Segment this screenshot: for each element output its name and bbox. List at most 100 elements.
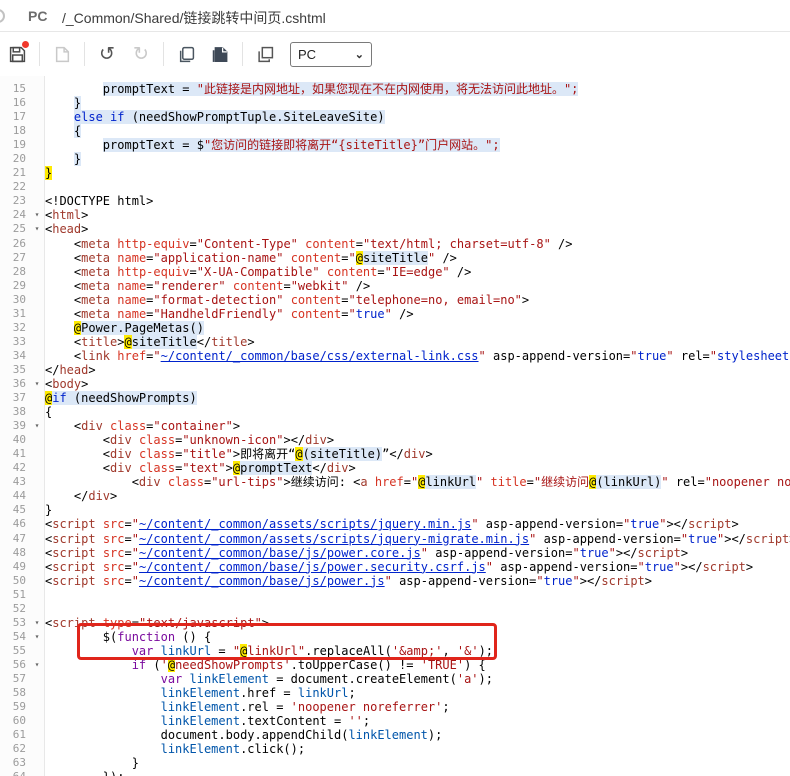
line-number: 35 <box>0 363 29 377</box>
code-line: 24▾<html> <box>0 208 790 222</box>
paste-button[interactable] <box>207 41 233 67</box>
fold-arrow-icon[interactable]: ▾ <box>29 222 45 236</box>
fold-gutter <box>29 251 45 265</box>
line-number: 33 <box>0 335 29 349</box>
fold-arrow-icon[interactable]: ▾ <box>29 377 45 391</box>
code-text <box>45 180 790 194</box>
code-line: 46<script src="~/content/_common/assets/… <box>0 517 790 531</box>
code-line: 62 linkElement.click(); <box>0 742 790 756</box>
code-line: 51 <box>0 588 790 602</box>
fold-arrow-icon[interactable]: ▾ <box>29 630 45 644</box>
code-line: 39▾ <div class="container"> <box>0 419 790 433</box>
paste-icon <box>212 46 229 63</box>
fold-gutter <box>29 265 45 279</box>
code-line: 40 <div class="unknown-icon"></div> <box>0 433 790 447</box>
chevron-down-icon: ⌄ <box>355 48 364 61</box>
fold-arrow-icon[interactable]: ▾ <box>29 658 45 672</box>
code-line: 22 <box>0 180 790 194</box>
code-text: linkElement.click(); <box>45 742 790 756</box>
fold-gutter <box>29 770 45 776</box>
fold-gutter <box>29 152 45 166</box>
redo-button[interactable]: ↻ <box>128 41 154 67</box>
fold-gutter <box>29 700 45 714</box>
code-text: <script type="text/javascript"> <box>45 616 790 630</box>
title-bar: PC /_Common/Shared/链接跳转中间页.cshtml <box>0 0 790 32</box>
fold-gutter <box>29 672 45 686</box>
code-line: 55 var linkUrl = "@linkUrl".replaceAll('… <box>0 644 790 658</box>
line-number: 62 <box>0 742 29 756</box>
fold-gutter <box>29 363 45 377</box>
code-text: <div class="title">即将离开“@(siteTitle)”</d… <box>45 447 790 461</box>
code-line: 18 { <box>0 124 790 138</box>
fold-arrow-icon[interactable]: ▾ <box>29 616 45 630</box>
panel-toggle-icon[interactable] <box>0 9 5 23</box>
code-text: @if (needShowPrompts) <box>45 391 790 405</box>
code-text: <div class="unknown-icon"></div> <box>45 433 790 447</box>
code-line: 48<script src="~/content/_common/base/js… <box>0 546 790 560</box>
line-number: 53 <box>0 616 29 630</box>
code-line: 17 else if (needShowPromptTuple.SiteLeav… <box>0 110 790 124</box>
line-number: 48 <box>0 546 29 560</box>
code-line: 25▾<head> <box>0 222 790 236</box>
line-number: 26 <box>0 237 29 251</box>
device-select[interactable]: PC ⌄ <box>290 42 372 67</box>
fold-gutter <box>29 546 45 560</box>
code-text: linkElement.href = linkUrl; <box>45 686 790 700</box>
code-text: </head> <box>45 363 790 377</box>
fold-gutter <box>29 560 45 574</box>
device-label: PC <box>28 8 47 24</box>
code-line: 45} <box>0 503 790 517</box>
line-number: 52 <box>0 602 29 616</box>
line-number: 18 <box>0 124 29 138</box>
fold-gutter <box>29 475 45 489</box>
save-button[interactable] <box>4 41 30 67</box>
line-number: 40 <box>0 433 29 447</box>
fold-gutter <box>29 96 45 110</box>
fold-gutter <box>29 124 45 138</box>
line-number: 58 <box>0 686 29 700</box>
line-number: 30 <box>0 293 29 307</box>
copy-button[interactable] <box>173 41 199 67</box>
code-line: 21} <box>0 166 790 180</box>
fold-gutter <box>29 237 45 251</box>
line-number: 28 <box>0 265 29 279</box>
line-number: 51 <box>0 588 29 602</box>
line-number: 21 <box>0 166 29 180</box>
line-number: 36 <box>0 377 29 391</box>
line-number: 41 <box>0 447 29 461</box>
save-icon <box>9 46 26 63</box>
line-number: 43 <box>0 475 29 489</box>
fold-arrow-icon[interactable]: ▾ <box>29 208 45 222</box>
code-line: 26 <meta http-equiv="Content-Type" conte… <box>0 237 790 251</box>
duplicate-button[interactable] <box>252 41 278 67</box>
line-number: 59 <box>0 700 29 714</box>
code-line: 57 var linkElement = document.createElem… <box>0 672 790 686</box>
fold-arrow-icon[interactable]: ▾ <box>29 419 45 433</box>
code-line: 63 } <box>0 756 790 770</box>
fold-gutter <box>29 433 45 447</box>
code-text: <html> <box>45 208 790 222</box>
new-file-button[interactable] <box>49 41 75 67</box>
line-number: 57 <box>0 672 29 686</box>
code-line: 42 <div class="text">@promptText</div> <box>0 461 790 475</box>
code-line: 16 } <box>0 96 790 110</box>
code-text: <meta name="format-detection" content="t… <box>45 293 790 307</box>
code-editor[interactable]: 15 promptText = "此链接是内网地址，如果您现在不在内网使用，将无… <box>0 76 790 776</box>
code-text: if ('@needShowPrompts'.toUpperCase() != … <box>45 658 790 672</box>
code-text: { <box>45 124 790 138</box>
copy-icon <box>178 46 195 63</box>
file-path: /_Common/Shared/链接跳转中间页.cshtml <box>62 8 326 28</box>
undo-button[interactable]: ↺ <box>94 41 120 67</box>
line-number: 25 <box>0 222 29 236</box>
line-number: 32 <box>0 321 29 335</box>
code-line: 43 <div class="url-tips">继续访问: <a href="… <box>0 475 790 489</box>
code-text: <!DOCTYPE html> <box>45 194 790 208</box>
line-number: 37 <box>0 391 29 405</box>
fold-gutter <box>29 293 45 307</box>
fold-gutter <box>29 714 45 728</box>
fold-gutter <box>29 349 45 363</box>
line-number: 64 <box>0 770 29 776</box>
line-number: 22 <box>0 180 29 194</box>
line-number: 20 <box>0 152 29 166</box>
code-line: 61 document.body.appendChild(linkElement… <box>0 728 790 742</box>
